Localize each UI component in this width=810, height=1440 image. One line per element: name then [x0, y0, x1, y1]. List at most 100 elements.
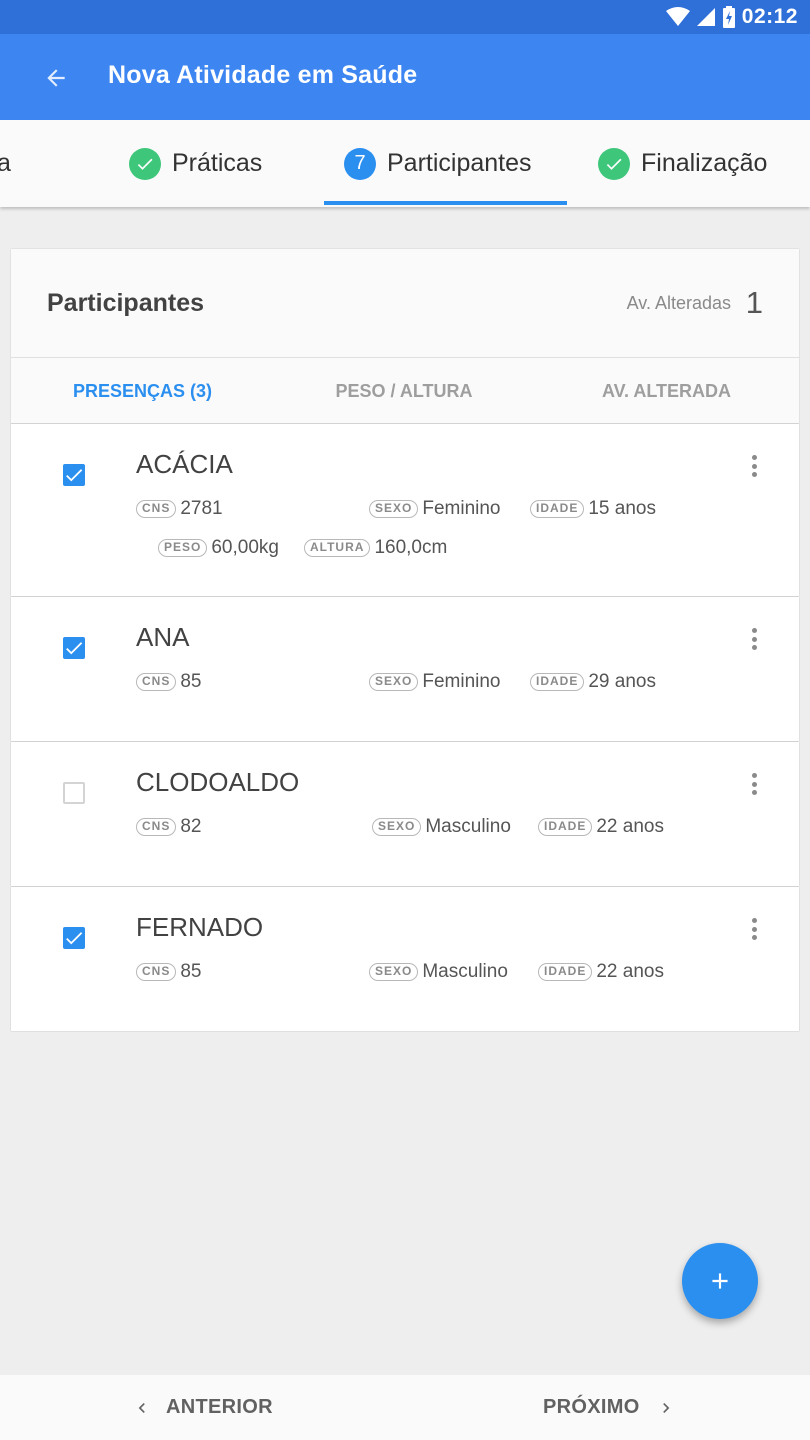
cns-value: 85 — [180, 961, 202, 982]
sexo-value: Masculino — [425, 816, 511, 837]
sexo-field: SEXO Feminino — [369, 498, 501, 520]
next-label: PRÓXIMO — [543, 1396, 640, 1418]
idade-tag: IDADE — [530, 500, 585, 518]
tab-presencas[interactable]: PRESENÇAS (3) — [11, 358, 274, 424]
status-time: 02:12 — [741, 5, 798, 28]
sexo-value: Feminino — [422, 498, 501, 519]
more-vert-icon[interactable] — [747, 769, 761, 799]
cns-tag: CNS — [136, 818, 177, 836]
step-label: a — [0, 149, 11, 177]
sexo-field: SEXO Feminino — [369, 671, 501, 693]
list-item[interactable]: ANA CNS 85 SEXO Feminino IDADE 29 anos — [11, 597, 799, 741]
idade-field: IDADE 22 anos — [538, 961, 664, 983]
peso-value: 60,00kg — [211, 537, 279, 558]
idade-value: 15 anos — [588, 498, 656, 519]
sexo-value: Masculino — [422, 961, 508, 982]
more-vert-icon[interactable] — [747, 451, 761, 481]
participant-name: ANA — [136, 622, 190, 652]
more-vert-icon[interactable] — [747, 914, 761, 944]
idade-tag: IDADE — [538, 963, 593, 981]
chevron-right-icon — [662, 1402, 669, 1413]
add-participant-button[interactable] — [682, 1243, 758, 1319]
check-circle-icon — [129, 147, 161, 180]
status-icons: 02:12 — [665, 5, 798, 29]
idade-field: IDADE 29 anos — [530, 671, 656, 693]
participant-name: ACÁCIA — [136, 449, 233, 479]
cns-tag: CNS — [136, 673, 177, 691]
active-step-indicator — [324, 201, 567, 205]
step-label: Participantes — [387, 149, 532, 177]
cns-value: 82 — [180, 816, 202, 837]
step-praticas[interactable]: Práticas — [129, 120, 262, 207]
altura-field: ALTURA 160,0cm — [304, 537, 447, 559]
peso-tag: PESO — [158, 539, 208, 557]
idade-field: IDADE 22 anos — [538, 816, 664, 838]
sexo-tag: SEXO — [372, 818, 422, 836]
app-bar: Nova Atividade em Saúde — [0, 34, 810, 120]
cns-field: CNS 85 — [136, 961, 201, 983]
sexo-field: SEXO Masculino — [369, 961, 508, 983]
tab-bar: PRESENÇAS (3) PESO / ALTURA AV. ALTERADA — [11, 358, 799, 424]
previous-button[interactable]: ANTERIOR — [132, 1375, 273, 1440]
signal-icon — [696, 8, 715, 26]
cns-tag: CNS — [136, 963, 177, 981]
status-bar: 02:12 — [0, 0, 810, 34]
card-title: Participantes — [47, 289, 205, 317]
presence-checkbox[interactable] — [63, 782, 85, 804]
step-number-badge: 7 — [344, 147, 376, 180]
idade-tag: IDADE — [530, 673, 585, 691]
idade-value: 22 anos — [596, 816, 664, 837]
altura-value: 160,0cm — [374, 537, 448, 558]
av-alteradas-count: 1 — [745, 285, 763, 320]
participant-name: FERNADO — [136, 912, 264, 942]
idade-value: 22 anos — [596, 961, 664, 982]
step-previous-partial[interactable]: a — [0, 120, 11, 207]
stepper: a Práticas 7 Participantes Finalização — [0, 120, 810, 207]
sexo-tag: SEXO — [369, 500, 419, 518]
check-icon — [66, 932, 83, 945]
bottom-navigation: ANTERIOR PRÓXIMO — [0, 1375, 810, 1440]
step-finalizacao[interactable]: Finalização — [598, 120, 767, 207]
step-label: Finalização — [641, 149, 768, 177]
cns-field: CNS 85 — [136, 671, 201, 693]
plus-icon — [712, 1273, 728, 1289]
previous-label: ANTERIOR — [166, 1396, 273, 1418]
cns-value: 2781 — [180, 498, 223, 519]
page-title: Nova Atividade em Saúde — [108, 61, 418, 89]
peso-field: PESO 60,00kg — [158, 537, 279, 559]
more-vert-icon[interactable] — [747, 624, 761, 654]
check-icon — [66, 642, 83, 655]
sexo-field: SEXO Masculino — [372, 816, 511, 838]
check-circle-icon — [598, 147, 630, 180]
check-icon — [66, 469, 83, 482]
presence-checkbox[interactable] — [63, 637, 85, 659]
wifi-icon — [665, 7, 690, 26]
chevron-left-icon — [138, 1402, 145, 1413]
step-participantes[interactable]: 7 Participantes — [344, 120, 532, 207]
list-item[interactable]: ACÁCIA CNS 2781 SEXO Feminino IDADE 15 a… — [11, 424, 799, 596]
participant-name: CLODOALDO — [136, 767, 300, 797]
tab-peso-altura[interactable]: PESO / ALTURA — [274, 358, 534, 424]
next-button[interactable]: PRÓXIMO — [543, 1375, 676, 1440]
sexo-tag: SEXO — [369, 963, 419, 981]
cns-tag: CNS — [136, 500, 177, 518]
arrow-back-icon — [47, 69, 65, 87]
tab-av-alterada[interactable]: AV. ALTERADA — [534, 358, 799, 424]
back-button[interactable] — [34, 56, 78, 100]
altura-tag: ALTURA — [304, 539, 371, 557]
battery-charging-icon — [722, 6, 735, 28]
step-label: Práticas — [172, 149, 263, 177]
participants-card: Participantes Av. Alteradas 1 PRESENÇAS … — [11, 249, 799, 424]
sexo-tag: SEXO — [369, 673, 419, 691]
presence-checkbox[interactable] — [63, 464, 85, 486]
cns-value: 85 — [180, 671, 202, 692]
list-item[interactable]: CLODOALDO CNS 82 SEXO Masculino IDADE 22… — [11, 742, 799, 886]
cns-field: CNS 82 — [136, 816, 201, 838]
cns-field: CNS 2781 — [136, 498, 223, 520]
presence-checkbox[interactable] — [63, 927, 85, 949]
idade-tag: IDADE — [538, 818, 593, 836]
card-header: Participantes Av. Alteradas 1 — [11, 249, 799, 358]
av-alteradas-label: Av. Alteradas — [626, 293, 731, 313]
idade-value: 29 anos — [588, 671, 656, 692]
list-item[interactable]: FERNADO CNS 85 SEXO Masculino IDADE 22 a… — [11, 887, 799, 1031]
